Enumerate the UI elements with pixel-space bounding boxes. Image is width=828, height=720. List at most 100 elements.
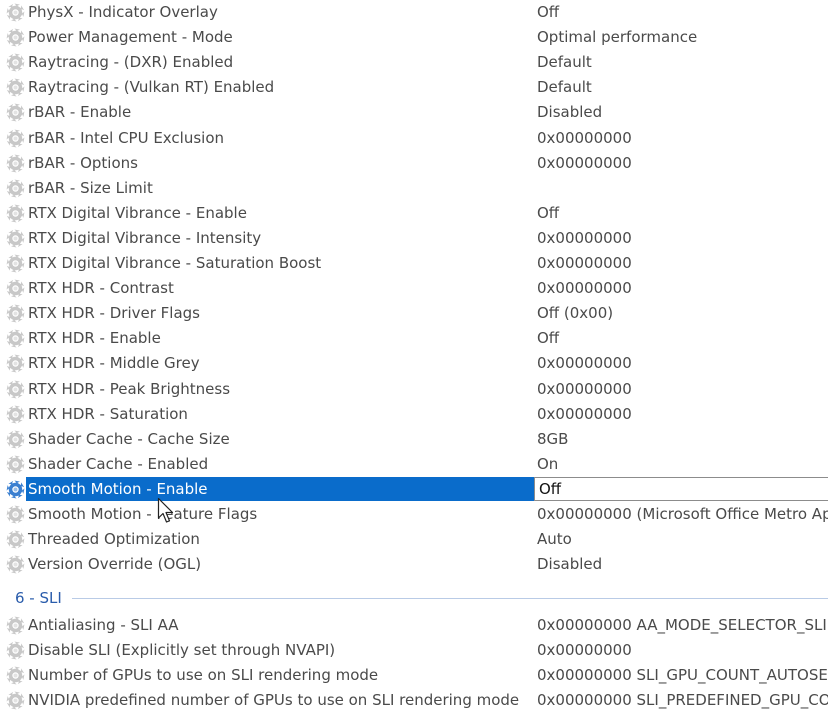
setting-value: 0x00000000 (Microsoft Office Metro Apps, bbox=[537, 505, 828, 523]
setting-row[interactable]: Power Management - Mode Optimal performan… bbox=[0, 25, 828, 50]
setting-row[interactable]: RTX HDR - Peak Brightness 0x00000000 bbox=[0, 377, 828, 402]
setting-name: RTX HDR - Peak Brightness bbox=[28, 379, 231, 398]
gear-icon bbox=[6, 229, 25, 248]
gear-icon bbox=[6, 129, 25, 148]
gear-icon bbox=[6, 616, 25, 635]
gear-icon bbox=[6, 641, 25, 660]
gear-icon bbox=[6, 691, 25, 710]
setting-value: 0x00000000 bbox=[537, 254, 632, 272]
setting-value: On bbox=[537, 454, 559, 473]
setting-row[interactable]: Shader Cache - Cache Size 8GB bbox=[0, 427, 828, 452]
setting-name: rBAR - Intel CPU Exclusion bbox=[28, 128, 225, 147]
settings-list: PhysX - Indicator Overlay Off Power Manage… bbox=[0, 0, 828, 720]
setting-row[interactable]: NVIDIA predefined number of GPUs to use … bbox=[0, 688, 828, 713]
gear-icon bbox=[6, 179, 25, 198]
setting-value: 8GB bbox=[537, 429, 569, 448]
setting-name: PhysX - Indicator Overlay bbox=[28, 3, 218, 21]
setting-name: Smooth Motion - Enable bbox=[28, 479, 208, 498]
gear-icon bbox=[6, 666, 25, 685]
setting-row[interactable]: RTX HDR - Saturation 0x00000000 bbox=[0, 402, 828, 427]
setting-name: Antialiasing - SLI AA bbox=[28, 616, 179, 634]
gear-icon bbox=[6, 3, 25, 22]
setting-value: 0x00000000 bbox=[537, 404, 632, 423]
setting-row[interactable]: RTX HDR - Driver Flags Off (0x00) bbox=[0, 301, 828, 326]
setting-value bbox=[537, 176, 828, 201]
setting-name: Disable SLI (Explicitly set through NVAP… bbox=[28, 641, 336, 660]
setting-value: Auto bbox=[537, 530, 572, 549]
setting-row[interactable]: Raytracing - (DXR) Enabled Default bbox=[0, 50, 828, 75]
setting-name: RTX HDR - Contrast bbox=[28, 279, 174, 298]
setting-name: rBAR - Options bbox=[28, 153, 138, 172]
gear-icon bbox=[6, 430, 25, 449]
setting-name: Shader Cache - Cache Size bbox=[28, 429, 230, 448]
setting-row[interactable]: RTX HDR - Contrast 0x00000000 bbox=[0, 276, 828, 301]
section-header-sli[interactable]: 6 - SLI bbox=[0, 585, 828, 611]
setting-value: Off bbox=[537, 329, 560, 348]
setting-row[interactable]: Disable SLI (Explicitly set through NVAP… bbox=[0, 638, 828, 663]
setting-name: Threaded Optimization bbox=[28, 530, 200, 549]
setting-row[interactable]: rBAR - Size Limit bbox=[0, 176, 828, 201]
setting-name: RTX HDR - Saturation bbox=[28, 404, 188, 423]
setting-value: Default bbox=[537, 53, 592, 72]
setting-value: 0x00000000 SLI_PREDEFINED_GPU_CO bbox=[537, 691, 828, 710]
setting-row[interactable]: PhysX - Indicator Overlay Off bbox=[0, 0, 828, 25]
setting-name: Raytracing - (Vulkan RT) Enabled bbox=[28, 78, 275, 97]
setting-value: 0x00000000 SLI_GPU_COUNT_AUTOSE bbox=[537, 666, 828, 685]
setting-row[interactable]: Smooth Motion - Feature Flags 0x00000000 … bbox=[0, 502, 828, 527]
setting-row[interactable]: RTX Digital Vibrance - Intensity 0x000000… bbox=[0, 226, 828, 251]
setting-name: RTX HDR - Driver Flags bbox=[28, 304, 200, 323]
setting-value: Disabled bbox=[537, 103, 603, 122]
gear-icon bbox=[6, 405, 25, 424]
setting-name: RTX HDR - Enable bbox=[28, 329, 161, 348]
setting-value: Off bbox=[537, 3, 560, 21]
gear-icon bbox=[6, 304, 25, 323]
setting-name: rBAR - Size Limit bbox=[28, 178, 153, 197]
setting-name: RTX HDR - Middle Grey bbox=[28, 354, 200, 373]
gear-icon bbox=[6, 354, 25, 373]
setting-row[interactable]: RTX Digital Vibrance - Enable Off bbox=[0, 201, 828, 226]
setting-value: 0x00000000 bbox=[537, 354, 632, 373]
setting-value: 0x00000000 bbox=[537, 153, 632, 172]
setting-row[interactable]: RTX Digital Vibrance - Saturation Boost 0… bbox=[0, 251, 828, 276]
setting-value: Optimal performance bbox=[537, 28, 698, 47]
gear-icon bbox=[6, 279, 25, 298]
setting-row[interactable]: rBAR - Options 0x00000000 bbox=[0, 151, 828, 176]
list-bottom-edge bbox=[0, 712, 828, 720]
setting-value: Disabled bbox=[537, 555, 603, 574]
setting-name: Shader Cache - Enabled bbox=[28, 454, 209, 473]
setting-row[interactable]: Version Override (OGL) Disabled bbox=[0, 552, 828, 577]
gear-icon bbox=[6, 505, 25, 524]
setting-row[interactable]: Shader Cache - Enabled On bbox=[0, 452, 828, 477]
section-divider bbox=[72, 598, 828, 599]
setting-row[interactable]: RTX HDR - Middle Grey 0x00000000 bbox=[0, 351, 828, 376]
setting-row[interactable]: Antialiasing - SLI AA 0x00000000 AA_MODE_… bbox=[0, 613, 828, 638]
setting-value: Off (0x00) bbox=[537, 304, 614, 323]
mouse-cursor-icon bbox=[157, 497, 174, 523]
gear-icon bbox=[6, 329, 25, 348]
setting-value: Off bbox=[537, 203, 560, 222]
gear-icon bbox=[6, 480, 25, 499]
setting-name: RTX Digital Vibrance - Intensity bbox=[28, 228, 262, 247]
setting-value: 0x00000000 bbox=[537, 279, 632, 298]
gear-icon bbox=[6, 380, 25, 399]
setting-name: Number of GPUs to use on SLI rendering m… bbox=[28, 666, 379, 685]
section-title: 6 - SLI bbox=[15, 589, 62, 607]
gear-icon bbox=[6, 78, 25, 97]
setting-row[interactable]: Number of GPUs to use on SLI rendering m… bbox=[0, 663, 828, 688]
setting-value: 0x00000000 bbox=[537, 641, 632, 660]
gear-icon bbox=[6, 555, 25, 574]
setting-row[interactable]: rBAR - Enable Disabled bbox=[0, 100, 828, 125]
setting-value: 0x00000000 bbox=[537, 379, 632, 398]
setting-row[interactable]: RTX HDR - Enable Off bbox=[0, 326, 828, 351]
setting-row[interactable]: Threaded Optimization Auto bbox=[0, 527, 828, 552]
gear-icon bbox=[6, 530, 25, 549]
setting-value: 0x00000000 bbox=[537, 228, 632, 247]
gear-icon bbox=[6, 204, 25, 223]
setting-row[interactable]: rBAR - Intel CPU Exclusion 0x00000000 bbox=[0, 126, 828, 151]
setting-value[interactable]: Off bbox=[539, 477, 828, 502]
setting-value: Default bbox=[537, 78, 592, 97]
gear-icon bbox=[6, 154, 25, 173]
setting-row-selected[interactable]: Smooth Motion - Enable Off bbox=[0, 476, 828, 502]
setting-name: RTX Digital Vibrance - Enable bbox=[28, 203, 247, 222]
setting-row[interactable]: Raytracing - (Vulkan RT) Enabled Default bbox=[0, 75, 828, 100]
